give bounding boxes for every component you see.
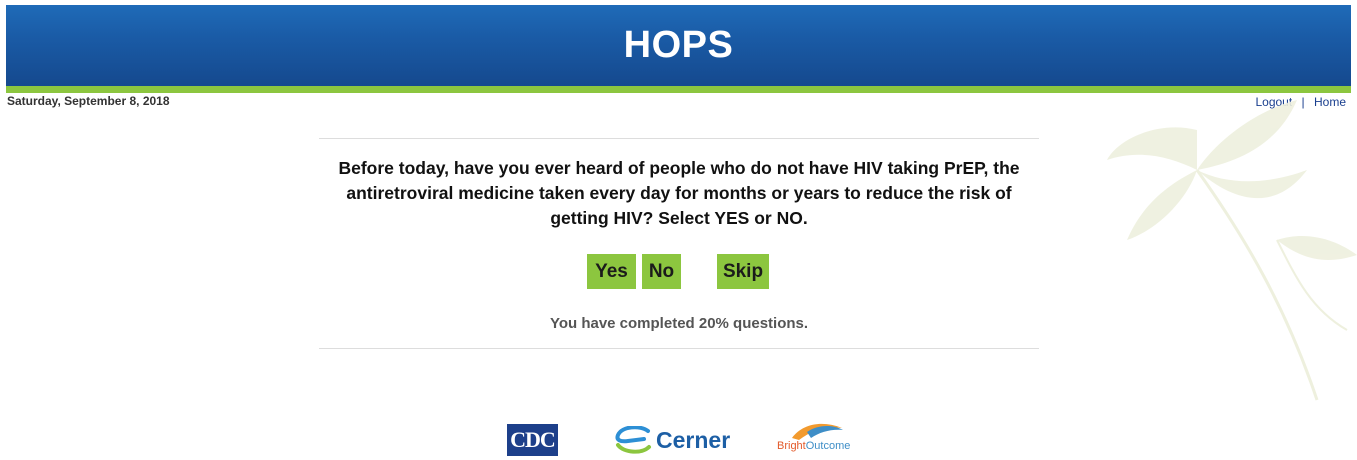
- cdc-logo: CDC: [507, 424, 558, 456]
- brightoutcome-wordmark: BrightOutcome: [777, 440, 850, 452]
- skip-button[interactable]: Skip: [717, 254, 769, 289]
- brightoutcome-wordmark-bright: Bright: [777, 440, 806, 452]
- brightoutcome-wordmark-outcome: Outcome: [805, 440, 851, 452]
- header-accent-stripe: [6, 86, 1351, 93]
- cerner-mark-icon: [615, 426, 651, 454]
- divider-top: [319, 138, 1039, 139]
- app-title: HOPS: [623, 24, 734, 66]
- question-text: Before today, have you ever heard of peo…: [338, 158, 1020, 228]
- top-nav: Logout | Home: [1255, 95, 1346, 109]
- no-button[interactable]: No: [642, 254, 681, 289]
- logout-link[interactable]: Logout: [1255, 95, 1292, 109]
- progress-text: You have completed 20% questions.: [549, 315, 809, 332]
- cerner-logo: Cerner: [614, 424, 730, 456]
- app-header: HOPS: [6, 5, 1351, 86]
- answer-buttons: Yes No Skip: [0, 254, 1357, 290]
- nav-separator: |: [1301, 95, 1305, 109]
- brightoutcome-logo: BrightOutcome: [777, 420, 872, 458]
- current-date: Saturday, September 8, 2018: [7, 94, 170, 108]
- brightoutcome-swoosh-icon: [792, 423, 843, 440]
- footer-logos: CDC Cerner BrightOutcome: [0, 418, 1357, 458]
- leaf-watermark-icon: [1107, 100, 1357, 401]
- divider-bottom: [319, 348, 1039, 349]
- home-link[interactable]: Home: [1314, 95, 1346, 109]
- yes-button[interactable]: Yes: [587, 254, 636, 289]
- cerner-wordmark: Cerner: [656, 426, 731, 453]
